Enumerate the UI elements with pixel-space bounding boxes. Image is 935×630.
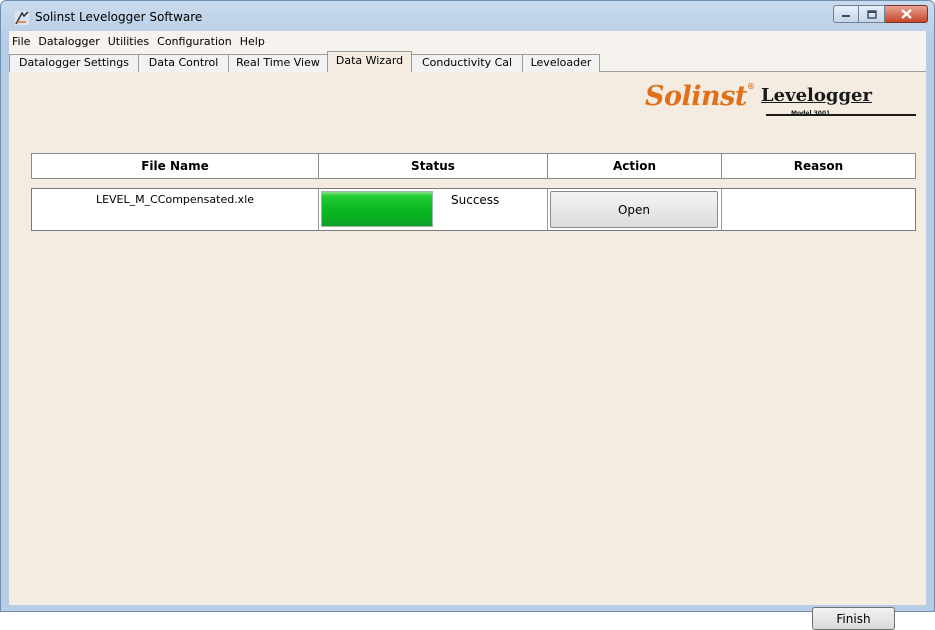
window-title: Solinst Levelogger Software: [35, 10, 203, 24]
reason-cell: [722, 189, 915, 230]
tab-data-control[interactable]: Data Control: [138, 54, 229, 72]
app-window: Solinst Levelogger Software File Datalog…: [0, 0, 935, 630]
minimize-button[interactable]: [833, 5, 859, 23]
menu-help[interactable]: Help: [236, 35, 269, 48]
data-wizard-panel: Solinst® Levelogger Model 3001 File Name…: [9, 72, 926, 630]
menu-configuration[interactable]: Configuration: [153, 35, 236, 48]
solinst-logo-text: Solinst: [645, 81, 747, 112]
app-icon: [15, 11, 29, 25]
column-header-action[interactable]: Action: [548, 153, 722, 179]
window-controls: [833, 5, 928, 23]
close-button[interactable]: [885, 5, 928, 23]
tab-conductivity-cal[interactable]: Conductivity Cal: [411, 54, 523, 72]
table-row[interactable]: LEVEL_M_CCompensated.xle Success Open: [31, 188, 916, 231]
title-bar[interactable]: Solinst Levelogger Software: [1, 1, 934, 31]
window-body: File Datalogger Utilities Configuration …: [9, 31, 926, 630]
logo-underline: [766, 114, 916, 116]
maximize-icon: [866, 9, 877, 19]
tab-real-time-view[interactable]: Real Time View: [228, 54, 328, 72]
column-header-status[interactable]: Status: [319, 153, 548, 179]
close-icon: [900, 9, 912, 19]
status-text: Success: [451, 193, 500, 207]
open-button[interactable]: Open: [550, 191, 718, 228]
minimize-icon: [842, 15, 850, 17]
column-header-reason[interactable]: Reason: [722, 153, 916, 179]
levelogger-logo-text: Levelogger: [761, 85, 872, 106]
action-cell: Open: [548, 189, 722, 230]
progress-fill: [322, 192, 432, 226]
tab-strip: Datalogger Settings Data Control Real Ti…: [9, 51, 926, 72]
menu-utilities[interactable]: Utilities: [104, 35, 153, 48]
tab-datalogger-settings[interactable]: Datalogger Settings: [9, 54, 139, 72]
tab-leveloader[interactable]: Leveloader: [522, 54, 600, 72]
table-header: File Name Status Action Reason: [31, 153, 916, 179]
menu-file[interactable]: File: [9, 35, 34, 48]
menu-datalogger[interactable]: Datalogger: [34, 35, 103, 48]
file-name-cell: LEVEL_M_CCompensated.xle: [32, 189, 319, 230]
tab-data-wizard[interactable]: Data Wizard: [327, 51, 412, 72]
progress-bar: [321, 191, 433, 227]
column-header-file-name[interactable]: File Name: [31, 153, 319, 179]
status-cell: Success: [319, 189, 548, 230]
finish-button[interactable]: Finish: [812, 607, 895, 630]
maximize-button[interactable]: [859, 5, 885, 23]
menu-bar: File Datalogger Utilities Configuration …: [9, 31, 926, 51]
registered-mark: ®: [746, 81, 755, 91]
